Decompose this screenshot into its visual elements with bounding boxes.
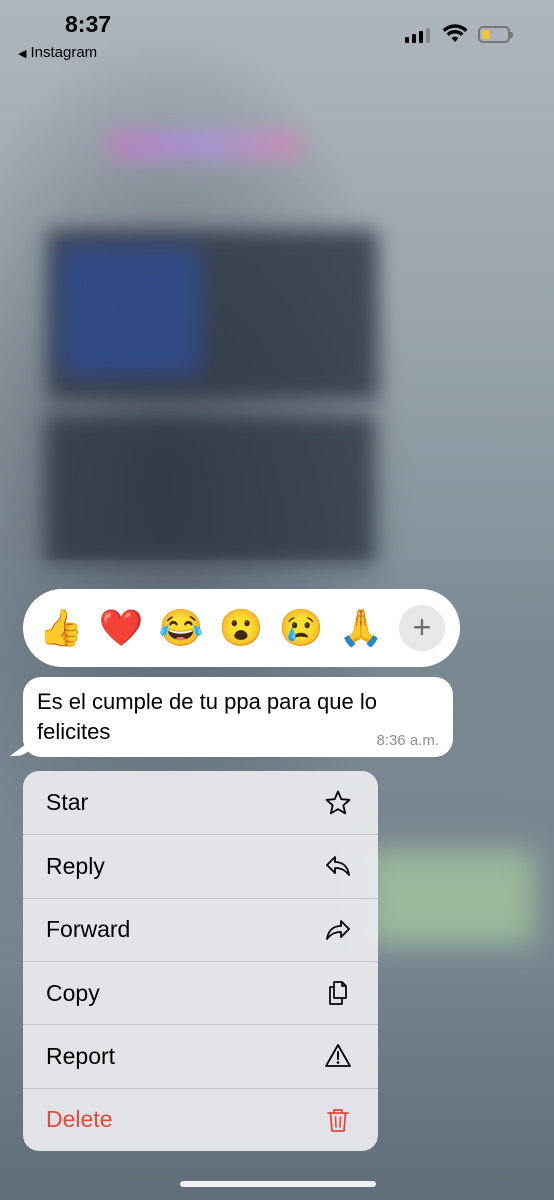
more-reactions-button[interactable]: + <box>399 605 445 651</box>
context-menu: Star Reply Forward Copy Report Delete <box>23 771 378 1151</box>
back-app-label: Instagram <box>30 44 98 61</box>
wifi-icon <box>442 24 468 42</box>
reply-icon <box>326 856 350 877</box>
message-bubble[interactable]: Es el cumple de tu ppa para que lo felic… <box>23 677 453 757</box>
reaction-bar: 👍 ❤️ 😂 😮 😢 🙏 + <box>23 589 460 667</box>
menu-item-label: Forward <box>46 916 131 943</box>
reaction-surprised[interactable]: 😮 <box>217 604 265 652</box>
trash-icon <box>327 1108 349 1132</box>
back-to-app-link[interactable]: ◀ Instagram <box>18 44 97 61</box>
status-bar: 8:37 ◀ Instagram <box>0 0 554 70</box>
battery-icon <box>478 26 513 43</box>
forward-icon <box>326 919 350 940</box>
blurred-background-element <box>60 245 200 375</box>
menu-item-label: Copy <box>46 979 100 1006</box>
warning-icon <box>325 1044 351 1068</box>
battery-nub <box>510 32 513 38</box>
copy-icon <box>329 981 347 1005</box>
battery-level <box>482 30 490 39</box>
menu-item-forward[interactable]: Forward <box>23 897 378 961</box>
cellular-signal-icon <box>405 28 430 43</box>
menu-item-copy[interactable]: Copy <box>23 960 378 1024</box>
reaction-laughing[interactable]: 😂 <box>157 604 205 652</box>
reaction-thumbs-up[interactable]: 👍 <box>37 604 85 652</box>
blurred-background-element <box>110 130 300 160</box>
menu-item-label: Report <box>46 1042 116 1069</box>
menu-item-reply[interactable]: Reply <box>23 834 378 897</box>
menu-item-label: Reply <box>46 852 105 879</box>
reaction-heart[interactable]: ❤️ <box>97 604 145 652</box>
menu-item-delete[interactable]: Delete <box>23 1087 378 1151</box>
star-icon <box>325 790 351 814</box>
menu-item-report[interactable]: Report <box>23 1024 378 1087</box>
blurred-background-element <box>365 850 535 945</box>
reaction-praying[interactable]: 🙏 <box>337 604 385 652</box>
back-triangle-icon: ◀ <box>18 48 27 60</box>
home-indicator[interactable] <box>180 1181 376 1187</box>
reaction-crying[interactable]: 😢 <box>277 604 325 652</box>
message-timestamp: 8:36 a.m. <box>376 732 439 749</box>
blurred-background-element <box>45 415 375 565</box>
status-time: 8:37 <box>65 11 112 37</box>
menu-item-label: Delete <box>46 1106 113 1133</box>
menu-item-label: Star <box>46 789 89 816</box>
menu-item-star[interactable]: Star <box>23 771 378 834</box>
